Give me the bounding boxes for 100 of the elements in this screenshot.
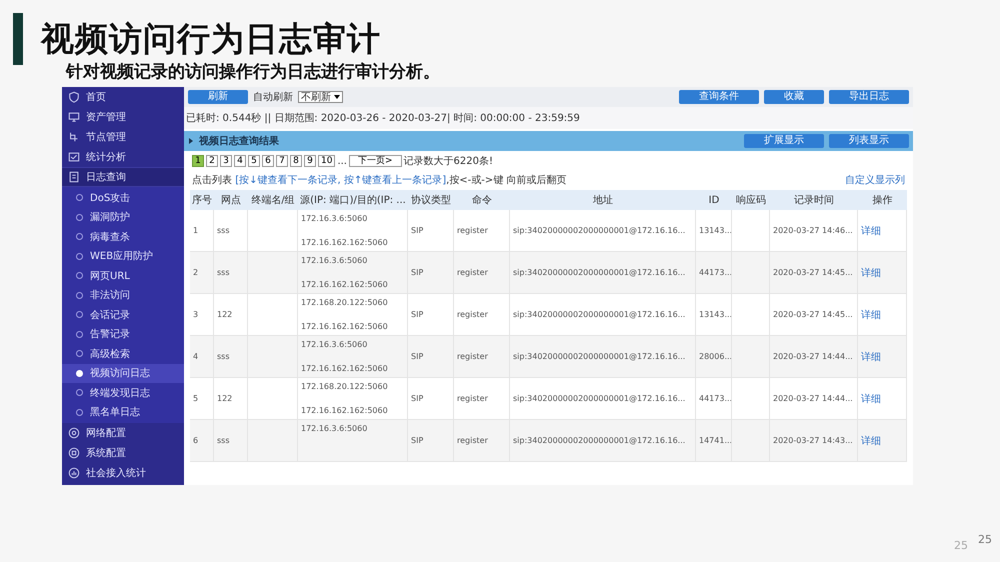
table-cell xyxy=(732,420,770,462)
caret-icon xyxy=(334,95,340,99)
details-link[interactable]: 详细 xyxy=(861,350,881,364)
hint-link[interactable]: [按↓键查看下一条记录, 按↑键查看上一条记录] xyxy=(235,174,446,186)
table-cell: sip:34020000002000000001@172.16.16... xyxy=(510,420,696,462)
toolbar-button[interactable]: 导出日志 xyxy=(829,90,909,104)
sidebar-item[interactable]: 首页 xyxy=(62,87,184,107)
submenu-item[interactable]: 视频访问日志 xyxy=(62,364,184,383)
page-button[interactable]: 8 xyxy=(290,155,302,167)
keyboard-hint: 点击列表 [按↓键查看下一条记录, 按↑键查看上一条记录],按<-或->键 向前或后翻页 xyxy=(192,174,566,186)
submenu-item[interactable]: 黑名单日志 xyxy=(62,402,184,422)
submenu-item[interactable]: 非法访问 xyxy=(62,286,184,305)
column-header: ID xyxy=(696,190,732,210)
document-icon xyxy=(68,171,80,183)
slide-title: 视频访问行为日志审计 xyxy=(41,18,381,60)
table-cell: 14741... xyxy=(696,420,732,462)
table-cell: register xyxy=(454,336,510,378)
table-cell: 28006... xyxy=(696,336,732,378)
details-link[interactable]: 详细 xyxy=(861,308,881,322)
page-button[interactable]: 2 xyxy=(206,155,218,167)
column-header: 序号 xyxy=(190,190,214,210)
sidebar-item[interactable]: 统计分析 xyxy=(62,147,184,167)
sidebar-item[interactable]: 社会接入统计 xyxy=(62,463,184,483)
details-link[interactable]: 详细 xyxy=(861,224,881,238)
table-cell: 2 xyxy=(190,252,214,294)
source-address: 172.16.3.6:5060 xyxy=(301,340,368,349)
custom-columns-link[interactable]: 自定义显示列 xyxy=(845,172,905,186)
page-button[interactable]: 7 xyxy=(276,155,288,167)
panel-title: 视频日志查询结果 xyxy=(199,134,279,148)
page-button[interactable]: 1 xyxy=(192,155,204,167)
table-cell: 2020-03-27 14:43... xyxy=(770,420,858,462)
sidebar-item[interactable]: 资产管理 xyxy=(62,107,184,127)
table-cell: sss xyxy=(214,420,248,462)
table-cell: SIP xyxy=(408,420,454,462)
table-cell: sip:34020000002000000001@172.16.16... xyxy=(510,336,696,378)
table-cell: SIP xyxy=(408,252,454,294)
submenu-item[interactable]: DoS攻击 xyxy=(62,188,184,208)
destination-address: 172.16.162.162:5060 xyxy=(301,280,388,289)
source-address: 172.168.20.122:5060 xyxy=(301,298,388,307)
table-cell: sss xyxy=(214,336,248,378)
destination-address: 172.16.162.162:5060 xyxy=(301,238,388,247)
details-link[interactable]: 详细 xyxy=(861,434,881,448)
submenu-item[interactable]: 终端发现日志 xyxy=(62,383,184,402)
submenu-item[interactable]: 高级检索 xyxy=(62,344,184,364)
submenu-item[interactable]: 网页URL xyxy=(62,266,184,286)
table-cell: register xyxy=(454,420,510,462)
table-cell: 6 xyxy=(190,420,214,462)
column-header: 记录时间 xyxy=(770,190,858,210)
table-cell: 2020-03-27 14:44... xyxy=(770,336,858,378)
column-header: 响应码 xyxy=(732,190,770,210)
table-cell xyxy=(732,336,770,378)
details-link[interactable]: 详细 xyxy=(861,266,881,280)
monitor-icon xyxy=(68,111,80,123)
record-count: 记录数大于6220条! xyxy=(404,154,494,168)
target-icon xyxy=(68,427,80,439)
column-header: 地址 xyxy=(510,190,696,210)
submenu-item[interactable]: 漏洞防护 xyxy=(62,208,184,227)
toolbar-button[interactable]: 查询条件 xyxy=(679,90,759,104)
sidebar-item[interactable]: 日志查询 xyxy=(62,167,184,187)
submenu-item[interactable]: 告警记录 xyxy=(62,324,184,344)
table-cell: 4 xyxy=(190,336,214,378)
source-address: 172.16.3.6:5060 xyxy=(301,256,368,265)
table-cell: register xyxy=(454,252,510,294)
page-button[interactable]: 4 xyxy=(234,155,246,167)
refresh-button[interactable]: 刷新 xyxy=(188,90,248,104)
table-cell xyxy=(732,252,770,294)
query-info: 已耗时: 0.544秒 || 日期范围: 2020-03-26 - 2020-03-27| 时间: 00:00:00 - 23:59:59 xyxy=(184,107,913,129)
submenu-item[interactable]: 会话记录 xyxy=(62,305,184,324)
column-header: 终端名/组 xyxy=(248,190,298,210)
view-button[interactable]: 扩展显示 xyxy=(744,134,824,148)
title-accent-bar xyxy=(13,13,23,65)
page-button[interactable]: 3 xyxy=(220,155,232,167)
column-header: 源(IP: 端口)/目的(IP: ... xyxy=(298,190,408,210)
column-header: 协议类型 xyxy=(408,190,454,210)
toolbar-button[interactable]: 收藏 xyxy=(764,90,824,104)
submenu-item[interactable]: 病毒查杀 xyxy=(62,227,184,246)
submenu-item[interactable]: WEB应用防护 xyxy=(62,246,184,266)
sidebar-item[interactable]: 网络配置 xyxy=(62,423,184,443)
page-button[interactable]: 6 xyxy=(262,155,274,167)
column-header: 命令 xyxy=(454,190,510,210)
slide-subtitle: 针对视频记录的访问操作行为日志进行审计分析。 xyxy=(66,61,441,84)
destination-address: 172.16.162.162:5060 xyxy=(301,322,388,331)
caret-icon xyxy=(188,138,194,144)
square-circle-icon xyxy=(68,447,80,459)
page-button[interactable]: 5 xyxy=(248,155,260,167)
source-address: 172.16.3.6:5060 xyxy=(301,424,368,433)
sidebar-item[interactable]: 系统配置 xyxy=(62,443,184,463)
source-address: 172.168.20.122:5060 xyxy=(301,382,388,391)
next-page-button[interactable]: 下一页> xyxy=(349,155,402,167)
page-button[interactable]: 9 xyxy=(304,155,316,167)
view-button[interactable]: 列表显示 xyxy=(829,134,909,148)
source-address: 172.16.3.6:5060 xyxy=(301,214,368,223)
page-button[interactable]: 10 xyxy=(318,155,336,167)
bar-chart-icon xyxy=(68,467,80,479)
table-cell: 44173... xyxy=(696,252,732,294)
sidebar-item[interactable]: 节点管理 xyxy=(62,127,184,147)
destination-address: 172.16.162.162:5060 xyxy=(301,364,388,373)
node-icon xyxy=(68,131,80,143)
auto-refresh-select[interactable]: 不刷新 xyxy=(298,91,343,103)
details-link[interactable]: 详细 xyxy=(861,392,881,406)
